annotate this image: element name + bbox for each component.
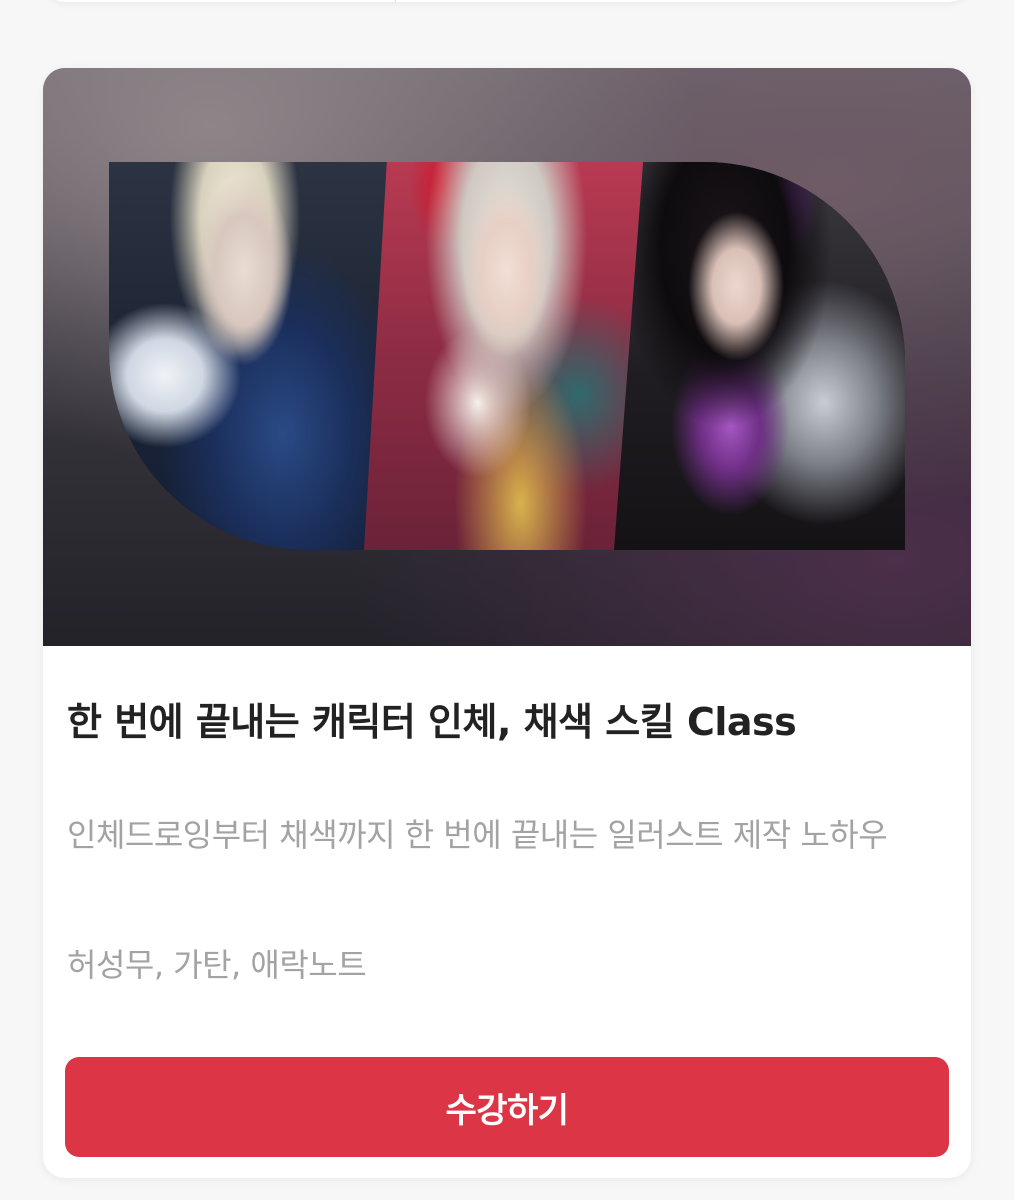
course-title[interactable]: 한 번에 끝내는 캐릭터 인체, 채색 스킬 Class (67, 696, 947, 748)
course-thumbnail[interactable] (43, 68, 971, 646)
enroll-button[interactable]: 수강하기 (65, 1057, 949, 1157)
artwork-panel-flower-maiden (364, 162, 649, 550)
artwork-panel-ice-princess (109, 162, 389, 550)
previous-card-divider (395, 0, 396, 2)
thumbnail-artwork (109, 162, 905, 550)
course-authors: 허성무, 가탄, 애락노트 (67, 946, 367, 984)
artwork-panel-armored-girl (614, 162, 905, 550)
course-description: 인체드로잉부터 채색까지 한 번에 끝내는 일러스트 제작 노하우 (67, 816, 888, 854)
previous-course-card (43, 0, 971, 2)
course-card[interactable]: 한 번에 끝내는 캐릭터 인체, 채색 스킬 Class 인체드로잉부터 채색까… (43, 68, 971, 1178)
